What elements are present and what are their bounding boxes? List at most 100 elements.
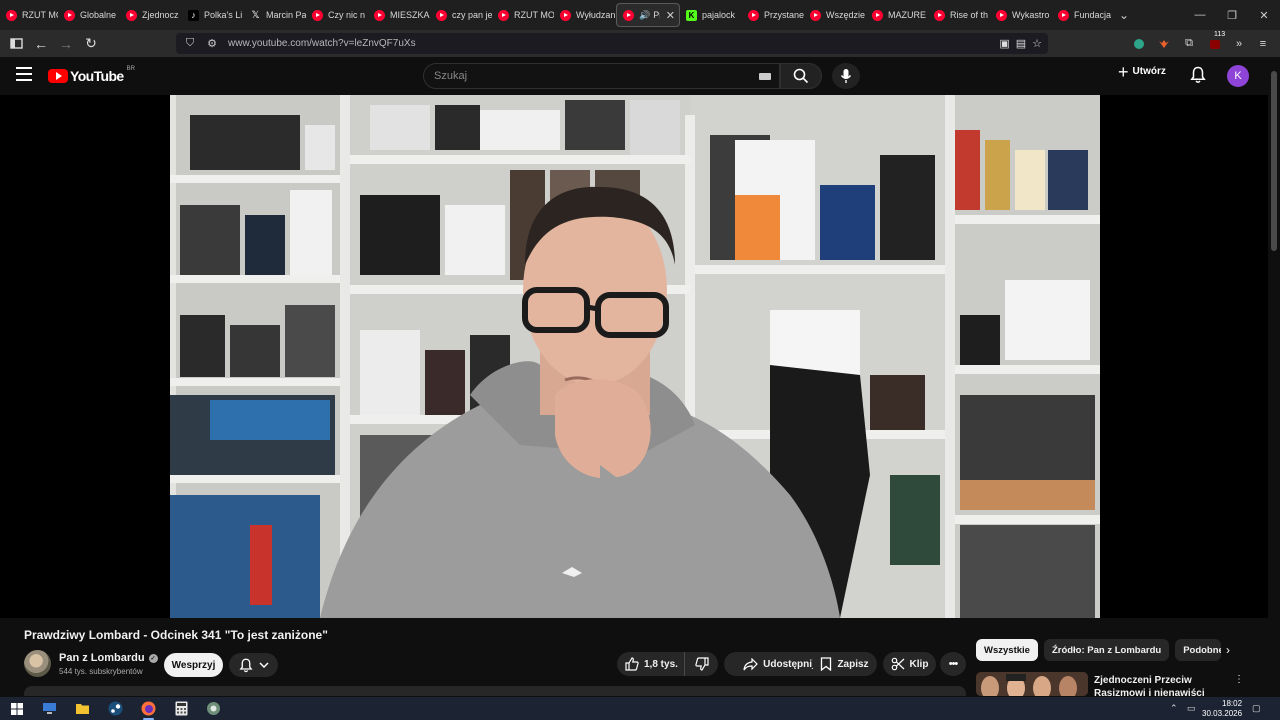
picture-in-picture-icon[interactable]: ▣ bbox=[999, 37, 1009, 50]
browser-tab-title: Czy nic n bbox=[328, 10, 366, 20]
save-button[interactable]: Zapisz bbox=[812, 652, 877, 676]
windows-start-icon[interactable] bbox=[8, 700, 25, 717]
x-icon: 𝕏 bbox=[251, 9, 260, 21]
browser-tab[interactable]: czy pan je bbox=[430, 0, 492, 30]
app-menu-icon[interactable]: ≡ bbox=[1252, 33, 1274, 54]
restore-icon[interactable]: ❐ bbox=[1216, 0, 1248, 30]
tray-overflow-icon[interactable]: ⌃ bbox=[1170, 697, 1178, 720]
browser-tab[interactable]: MAZURE bbox=[866, 0, 928, 30]
reload-button[interactable]: ↻ bbox=[79, 32, 103, 56]
search-input[interactable]: Szukaj bbox=[423, 63, 780, 89]
description-box[interactable] bbox=[24, 686, 966, 696]
youtube-icon bbox=[996, 9, 1007, 21]
sidebar-toggle-icon[interactable] bbox=[4, 32, 28, 56]
channel-name: Pan z Lombardu bbox=[59, 652, 145, 664]
browser-tab[interactable]: RZUT MO bbox=[492, 0, 554, 30]
like-button[interactable]: 1,8 tys. bbox=[617, 652, 685, 676]
recommended-video-thumbnail[interactable] bbox=[976, 672, 1088, 696]
extensions-puzzle-icon[interactable]: ⧉ bbox=[1178, 33, 1200, 54]
browser-tab[interactable]: ♪ Polka's Li bbox=[182, 0, 244, 30]
chip-from-channel[interactable]: Źródło: Pan z Lombardu bbox=[1043, 639, 1170, 661]
browser-tab-title: Fundacja bbox=[1074, 10, 1112, 20]
tab-list: RZUT MO Globalne Zjednocz ♪ Polka's Li 𝕏 Marci… bbox=[0, 0, 1114, 30]
browser-tab[interactable]: Czy nic n bbox=[306, 0, 368, 30]
reader-view-icon[interactable]: ▤ bbox=[1016, 37, 1026, 50]
privacy-extension-icon[interactable] bbox=[1128, 33, 1150, 54]
browser-tab[interactable]: Fundacja bbox=[1052, 0, 1114, 30]
forward-button[interactable]: → bbox=[54, 32, 78, 56]
guide-menu-icon[interactable] bbox=[16, 67, 32, 81]
network-icon[interactable]: ▭ bbox=[1187, 697, 1196, 720]
notification-settings-button[interactable] bbox=[229, 653, 278, 677]
firefox-icon[interactable] bbox=[140, 700, 157, 720]
browser-tab[interactable]: Wykastro bbox=[990, 0, 1052, 30]
youtube-icon bbox=[64, 9, 75, 21]
more-actions-button[interactable]: ••• bbox=[940, 652, 966, 676]
browser-tab[interactable]: 𝕏 Marcin Pa bbox=[244, 0, 306, 30]
steam-icon[interactable] bbox=[107, 700, 124, 717]
browser-tab[interactable]: Wyłudzan bbox=[554, 0, 616, 30]
youtube-icon bbox=[810, 9, 821, 21]
browser-tab[interactable]: Globalne bbox=[58, 0, 120, 30]
keyboard-icon[interactable] bbox=[759, 73, 771, 80]
browser-tab[interactable]: Wszędzie bbox=[804, 0, 866, 30]
minimize-icon[interactable]: — bbox=[1184, 0, 1216, 30]
clip-button[interactable]: Klip bbox=[883, 652, 936, 676]
browser-tab[interactable]: Kpajalock bbox=[680, 0, 742, 30]
url-text[interactable]: www.youtube.com/watch?v=leZnvQF7uXs bbox=[228, 38, 416, 49]
scrollbar-thumb[interactable] bbox=[1271, 71, 1277, 251]
bookmark-star-icon[interactable]: ☆ bbox=[1032, 37, 1042, 50]
shield-icon[interactable]: ⛉ bbox=[182, 37, 198, 50]
kebab-menu-icon[interactable]: ⋮ bbox=[1234, 674, 1244, 685]
computer-icon[interactable] bbox=[41, 700, 58, 717]
browser-tab[interactable]: Rise of th bbox=[928, 0, 990, 30]
file-explorer-icon[interactable] bbox=[74, 700, 91, 717]
window-controls: — ❐ ✕ bbox=[1184, 0, 1280, 30]
tiktok-icon: ♪ bbox=[188, 9, 199, 21]
browser-tab[interactable]: RZUT MO bbox=[0, 0, 58, 30]
speaker-icon[interactable]: 🔊 bbox=[639, 10, 650, 21]
page-scrollbar[interactable] bbox=[1268, 57, 1280, 697]
overflow-menu-icon[interactable]: » bbox=[1228, 33, 1250, 54]
close-window-icon[interactable]: ✕ bbox=[1248, 0, 1280, 30]
search-button[interactable] bbox=[780, 63, 822, 89]
account-avatar[interactable]: K bbox=[1227, 65, 1249, 87]
channel-avatar[interactable] bbox=[24, 650, 51, 677]
support-button[interactable]: Wesprzyj bbox=[164, 653, 223, 677]
browser-tab-title: RZUT MO bbox=[514, 10, 554, 20]
youtube-icon bbox=[748, 9, 759, 21]
search-placeholder: Szukaj bbox=[434, 70, 468, 82]
browser-tab[interactable]: 🔊Pra ✕ bbox=[616, 3, 680, 27]
system-clock[interactable]: 18:02 30.03.2026 bbox=[1202, 699, 1242, 719]
site-permissions-icon[interactable]: ⚙ bbox=[204, 37, 220, 50]
video-player[interactable] bbox=[0, 95, 1268, 618]
ublock-extension-icon[interactable]: 113 bbox=[1204, 31, 1226, 54]
app-icon[interactable] bbox=[205, 700, 222, 717]
chip-all[interactable]: Wszystkie bbox=[976, 639, 1038, 661]
address-bar[interactable]: ⛉ ⚙ www.youtube.com/watch?v=leZnvQF7uXs … bbox=[176, 33, 1048, 54]
browser-tab[interactable]: Przystane bbox=[742, 0, 804, 30]
calculator-icon[interactable] bbox=[173, 700, 190, 717]
dislike-button[interactable] bbox=[685, 657, 718, 671]
video-frame[interactable] bbox=[170, 95, 1100, 618]
browser-tab-title: Wyłudzan bbox=[576, 10, 616, 20]
youtube-icon bbox=[498, 9, 509, 21]
fox-extension-icon[interactable] bbox=[1153, 33, 1175, 54]
chevron-right-icon[interactable]: › bbox=[1220, 642, 1236, 658]
browser-tab-title: RZUT MO bbox=[22, 10, 58, 20]
recommended-video-title[interactable]: Zjednoczeni Przeciw Rasizmowi i nienawiś… bbox=[1094, 674, 1229, 696]
youtube-icon bbox=[560, 9, 571, 21]
browser-tab[interactable]: Zjednocz bbox=[120, 0, 182, 30]
thumbs-up-icon bbox=[625, 657, 639, 671]
channel-name-link[interactable]: Pan z Lombardu ✓ bbox=[59, 652, 158, 664]
create-button[interactable]: + Utwórz bbox=[1118, 63, 1166, 81]
tab-list-dropdown-icon[interactable]: ⌄ bbox=[1114, 8, 1134, 22]
notifications-bell-icon[interactable] bbox=[1190, 66, 1206, 89]
browser-tab[interactable]: MIESZKA bbox=[368, 0, 430, 30]
notifications-icon[interactable]: ▢ bbox=[1252, 697, 1261, 720]
youtube-logo[interactable]: YouTube BR bbox=[48, 66, 135, 84]
close-tab-icon[interactable]: ✕ bbox=[666, 9, 675, 22]
chip-related[interactable]: Podobne bbox=[1175, 639, 1222, 661]
voice-search-button[interactable] bbox=[832, 63, 860, 89]
back-button[interactable]: ← bbox=[29, 32, 53, 56]
